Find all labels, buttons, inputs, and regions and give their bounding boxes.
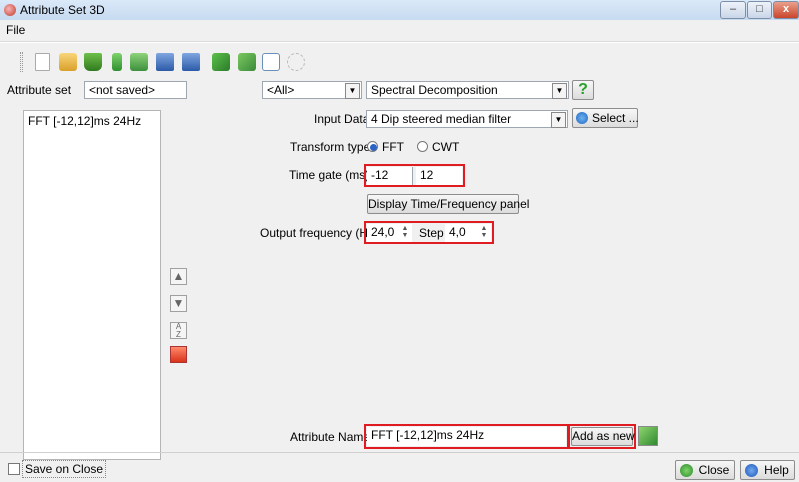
close-button-label: Close — [698, 463, 730, 477]
minimize-button[interactable]: – — [720, 1, 746, 19]
input-data-select[interactable]: 4 Dip steered median filter ▼ — [366, 110, 568, 128]
output-frequency-label: Output frequency (Hz — [260, 226, 375, 240]
evaluate-icon[interactable] — [212, 53, 230, 71]
attribute-icon[interactable] — [638, 426, 658, 446]
attribute-type-value: Spectral Decomposition — [371, 83, 498, 97]
save-on-close-checkbox[interactable] — [8, 463, 20, 475]
wand-icon[interactable] — [112, 53, 122, 71]
list-icon — [576, 112, 588, 124]
footer-divider — [0, 452, 799, 453]
list-item[interactable]: FFT [-12,12]ms 24Hz — [28, 114, 141, 128]
step-value: 4,0 — [449, 225, 466, 239]
move-up-icon[interactable]: ▲ — [170, 268, 187, 285]
save-icon[interactable] — [156, 53, 174, 71]
help-button[interactable]: Help — [740, 460, 795, 480]
fft-radio-label: FFT — [382, 140, 404, 154]
input-data-label: Input Data — [314, 112, 370, 126]
display-panel-button[interactable]: Display Time/Frequency panel — [367, 194, 529, 214]
import-icon[interactable] — [130, 53, 148, 71]
step-spinbox[interactable]: 4,0 ▲ ▼ — [445, 224, 491, 242]
sort-icon[interactable]: AZ — [170, 322, 187, 339]
cwt-radio[interactable] — [417, 141, 428, 152]
attribute-name-label: Attribute Name — [290, 430, 371, 444]
step-label: Step — [419, 226, 444, 240]
title-bar: Attribute Set 3D – □ x — [0, 0, 799, 20]
close-button[interactable]: Close — [675, 460, 735, 480]
attribute-filter-value: <All> — [267, 83, 295, 97]
save-on-close-label[interactable]: Save on Close — [22, 460, 107, 478]
transform-type-label: Transform type — [290, 140, 371, 154]
select-input-button[interactable]: Select ... — [572, 108, 639, 128]
fft-radio[interactable] — [367, 141, 378, 152]
attribute-name-field[interactable]: FFT [-12,12]ms 24Hz — [367, 427, 566, 446]
select-input-label: Select ... — [592, 111, 639, 125]
chevron-down-icon: ▼ — [551, 112, 566, 128]
add-as-new-button[interactable]: Add as new — [571, 427, 635, 446]
save-as-icon[interactable] — [182, 53, 200, 71]
help-icon[interactable]: ? — [572, 80, 594, 100]
toolbar-grip[interactable] — [20, 52, 23, 72]
input-data-value: 4 Dip steered median filter — [371, 112, 512, 126]
remove-icon[interactable] — [170, 346, 187, 363]
window-title: Attribute Set 3D — [20, 3, 105, 17]
close-window-button[interactable]: x — [773, 1, 799, 19]
spin-arrows-icon[interactable]: ▲ ▼ — [400, 225, 410, 239]
chevron-down-icon: ▼ — [552, 83, 567, 99]
open-icon[interactable] — [59, 53, 77, 71]
menu-file[interactable]: File — [6, 23, 25, 37]
attribute-filter-select[interactable]: <All> ▼ — [262, 81, 362, 99]
toolbar — [0, 43, 799, 79]
check-icon — [680, 464, 693, 477]
time-gate-label: Time gate (ms) — [289, 168, 370, 182]
new-icon[interactable] — [35, 53, 50, 71]
question-icon — [745, 464, 758, 477]
spin-arrows-icon[interactable]: ▲ ▼ — [479, 225, 489, 239]
cross-plot-icon[interactable] — [238, 53, 256, 71]
attribute-list[interactable]: FFT [-12,12]ms 24Hz — [23, 110, 161, 460]
app-icon — [4, 4, 16, 16]
time-gate-start-field[interactable]: -12 — [367, 167, 413, 185]
menu-bar: File — [0, 20, 799, 42]
chevron-down-icon: ▼ — [345, 83, 360, 99]
link-icon[interactable] — [287, 53, 305, 71]
move-down-icon[interactable]: ▼ — [170, 295, 187, 312]
attribute-type-select[interactable]: Spectral Decomposition ▼ — [366, 81, 569, 99]
maximize-button[interactable]: □ — [747, 1, 772, 19]
output-frequency-spinbox[interactable]: 24,0 ▲ ▼ — [367, 224, 412, 242]
graph-icon[interactable] — [262, 53, 280, 71]
output-frequency-value: 24,0 — [371, 225, 395, 239]
time-gate-stop-field[interactable]: 12 — [416, 167, 462, 185]
help-button-label: Help — [764, 463, 789, 477]
cwt-radio-label: CWT — [432, 140, 460, 154]
attribute-set-field[interactable]: <not saved> — [84, 81, 187, 99]
attribute-set-label: Attribute set — [7, 83, 72, 97]
open-default-icon[interactable] — [84, 53, 102, 71]
